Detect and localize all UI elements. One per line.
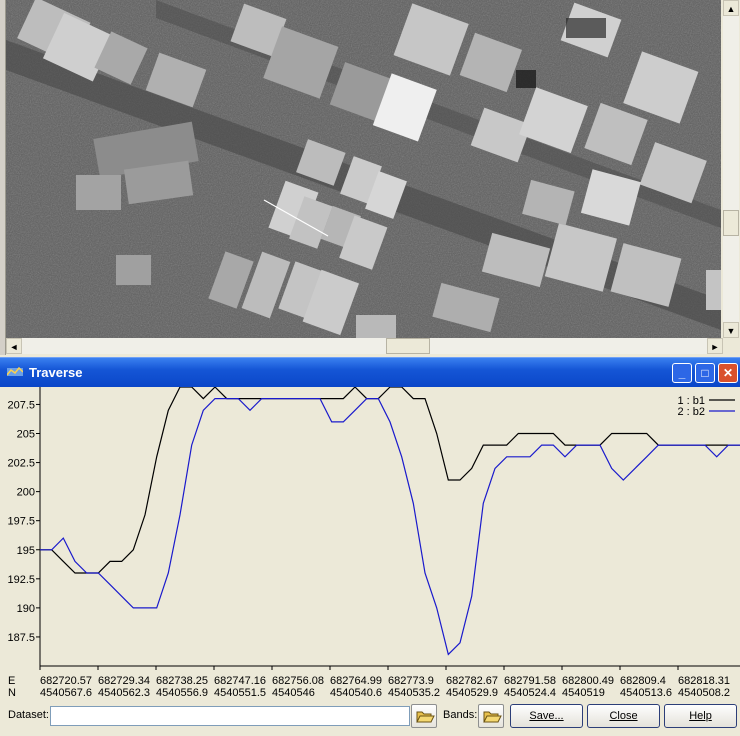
x-tick-label-e: 682800.49 — [562, 675, 614, 687]
x-tick-label-n: 4540546 — [272, 687, 315, 699]
y-tick-label: 200 — [17, 487, 35, 499]
x-tick-label-n: 4540524.4 — [504, 687, 556, 699]
y-tick-label: 202.5 — [7, 458, 35, 470]
x-tick-label-n: 4540529.9 — [446, 687, 498, 699]
close-window-button[interactable]: ✕ — [718, 363, 738, 383]
scroll-right-icon[interactable]: ► — [707, 338, 723, 354]
traverse-app-icon — [7, 366, 23, 376]
x-tick-label-e: 682818.31 — [678, 675, 730, 687]
series-line-2 — [40, 398, 740, 656]
x-tick-label-e: 682747.16 — [214, 675, 266, 687]
y-tick-label: 205 — [17, 429, 35, 441]
bands-label: Bands: — [443, 709, 478, 721]
x-tick-label-e: 682782.67 — [446, 675, 498, 687]
traverse-window: Traverse _ □ ✕ 207.5 205 202.5 200 197.5 195 1… — [0, 357, 740, 736]
x-tick-label-n: 4540535.2 — [388, 687, 440, 699]
x-axis-row-label-e: E — [8, 675, 15, 687]
x-tick-label-e: 682791.58 — [504, 675, 556, 687]
save-button[interactable]: Save... — [510, 704, 583, 728]
x-tick-label-e: 682809.4 — [620, 675, 666, 687]
bands-open-button[interactable] — [478, 704, 504, 728]
dataset-input[interactable] — [50, 706, 410, 726]
x-tick-label-n: 4540519 — [562, 687, 605, 699]
vertical-scroll-thumb[interactable] — [723, 210, 739, 236]
y-tick-label: 187.5 — [7, 632, 35, 644]
x-tick-label-e: 682729.34 — [98, 675, 150, 687]
y-tick-label: 192.5 — [7, 574, 35, 586]
image-view-pane: ▲ ▼ ◄ ► — [0, 0, 740, 355]
dataset-label: Dataset: — [8, 709, 49, 721]
x-tick-label-e: 682756.08 — [272, 675, 324, 687]
window-title: Traverse — [29, 365, 83, 380]
dataset-open-button[interactable] — [411, 704, 437, 728]
scroll-left-icon[interactable]: ◄ — [6, 338, 22, 354]
x-tick-label-n: 4540540.6 — [330, 687, 382, 699]
aerial-image[interactable] — [6, 0, 721, 338]
help-button[interactable]: Help — [664, 704, 737, 728]
open-folder-icon — [416, 711, 435, 723]
legend-label: 2 : b2 — [677, 406, 705, 418]
x-tick-label-n: 4540567.6 — [40, 687, 92, 699]
x-tick-label-e: 682738.25 — [156, 675, 208, 687]
x-tick-label-e: 682764.99 — [330, 675, 382, 687]
minimize-button[interactable]: _ — [672, 363, 692, 383]
x-tick-label-n: 4540556.9 — [156, 687, 208, 699]
close-button[interactable]: Close — [587, 704, 660, 728]
x-tick-label-e: 682720.57 — [40, 675, 92, 687]
y-tick-label: 195 — [17, 545, 35, 557]
maximize-button[interactable]: □ — [695, 363, 715, 383]
scroll-down-icon[interactable]: ▼ — [723, 322, 739, 338]
open-folder-icon — [483, 711, 502, 723]
x-tick-label-n: 4540551.5 — [214, 687, 266, 699]
series-line-1 — [40, 387, 740, 574]
scroll-up-icon[interactable]: ▲ — [723, 0, 739, 16]
x-tick-label-e: 682773.9 — [388, 675, 434, 687]
y-tick-label: 190 — [17, 603, 35, 615]
traverse-chart: 207.5205202.5200197.5195192.5190187.5 1 … — [7, 387, 740, 699]
x-tick-label-n: 4540513.6 — [620, 687, 672, 699]
y-tick-label: 197.5 — [7, 516, 35, 528]
bottom-toolbar: Dataset: Bands: Save... Close Help — [0, 703, 740, 736]
y-tick-label: 207.5 — [7, 399, 35, 411]
title-bar[interactable]: Traverse _ □ ✕ — [0, 357, 740, 387]
horizontal-scroll-thumb[interactable] — [386, 338, 430, 354]
x-axis-row-label-n: N — [8, 687, 16, 699]
horizontal-scrollbar[interactable]: ◄ ► — [6, 338, 723, 354]
x-tick-label-n: 4540562.3 — [98, 687, 150, 699]
x-tick-label-n: 4540508.2 — [678, 687, 730, 699]
vertical-scrollbar[interactable]: ▲ ▼ — [723, 0, 739, 338]
